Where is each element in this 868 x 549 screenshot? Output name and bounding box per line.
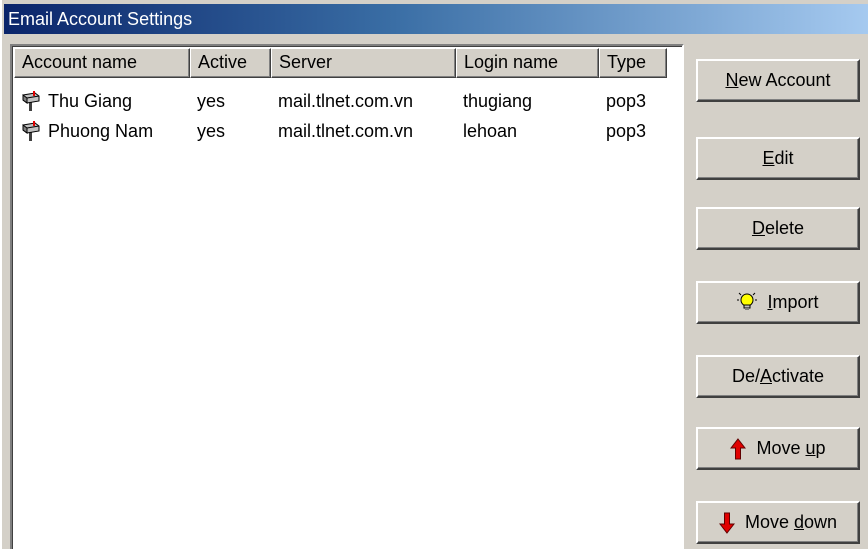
move-down-label: Move down [744, 512, 838, 532]
server-cell: mail.tlnet.com.vn [278, 121, 414, 141]
type-cell: pop3 [606, 91, 647, 111]
email-account-settings-window: Email Account Settings Account name Acti… [0, 0, 868, 549]
account-name-cell: Phuong Nam [14, 116, 190, 146]
deactivate-button[interactable]: De/Activate [696, 355, 860, 398]
lightbulb-icon [737, 292, 758, 314]
delete-label: Delete [751, 218, 805, 238]
delete-button[interactable]: Delete [696, 207, 860, 250]
edit-button[interactable]: Edit [696, 137, 860, 180]
column-header-active[interactable]: Active [190, 48, 271, 78]
edit-label: Edit [762, 148, 794, 168]
table-row[interactable]: Phuong Nam yes mail.tlnet.com.vn lehoan … [14, 116, 667, 146]
column-header-login-name[interactable]: Login name [456, 48, 599, 78]
column-header-account-name[interactable]: Account name [14, 48, 190, 78]
column-header-server[interactable]: Server [271, 48, 456, 78]
column-header-type[interactable]: Type [599, 48, 667, 78]
move-up-label: Move up [756, 438, 826, 458]
arrow-down-icon [718, 512, 735, 534]
move-down-button[interactable]: Move down [696, 501, 860, 544]
window-title: Email Account Settings [8, 9, 193, 29]
type-cell: pop3 [606, 121, 647, 141]
server-cell: mail.tlnet.com.vn [278, 91, 414, 111]
table-row[interactable]: Thu Giang yes mail.tlnet.com.vn thugiang… [14, 86, 667, 116]
account-name-cell: Thu Giang [14, 86, 190, 116]
mailbox-icon [22, 91, 40, 111]
account-name: Thu Giang [48, 91, 133, 111]
new-account-button[interactable]: New Account [696, 59, 860, 102]
import-button[interactable]: Import [696, 281, 860, 324]
login-name-cell: thugiang [463, 91, 533, 111]
active-cell: yes [197, 121, 226, 141]
active-cell: yes [197, 91, 226, 111]
window-title-bar[interactable]: Email Account Settings [4, 4, 868, 34]
account-name: Phuong Nam [48, 121, 154, 141]
arrow-up-icon [730, 437, 747, 460]
new-account-label: New Account [725, 70, 831, 90]
deactivate-label: De/Activate [731, 366, 825, 386]
list-header: Account name Active Server Login name Ty… [14, 48, 667, 78]
import-label: Import [767, 292, 819, 312]
move-up-button[interactable]: Move up [696, 427, 860, 470]
login-name-cell: lehoan [463, 121, 518, 141]
accounts-list-view[interactable]: Account name Active Server Login name Ty… [10, 44, 684, 549]
mailbox-icon [22, 121, 40, 141]
